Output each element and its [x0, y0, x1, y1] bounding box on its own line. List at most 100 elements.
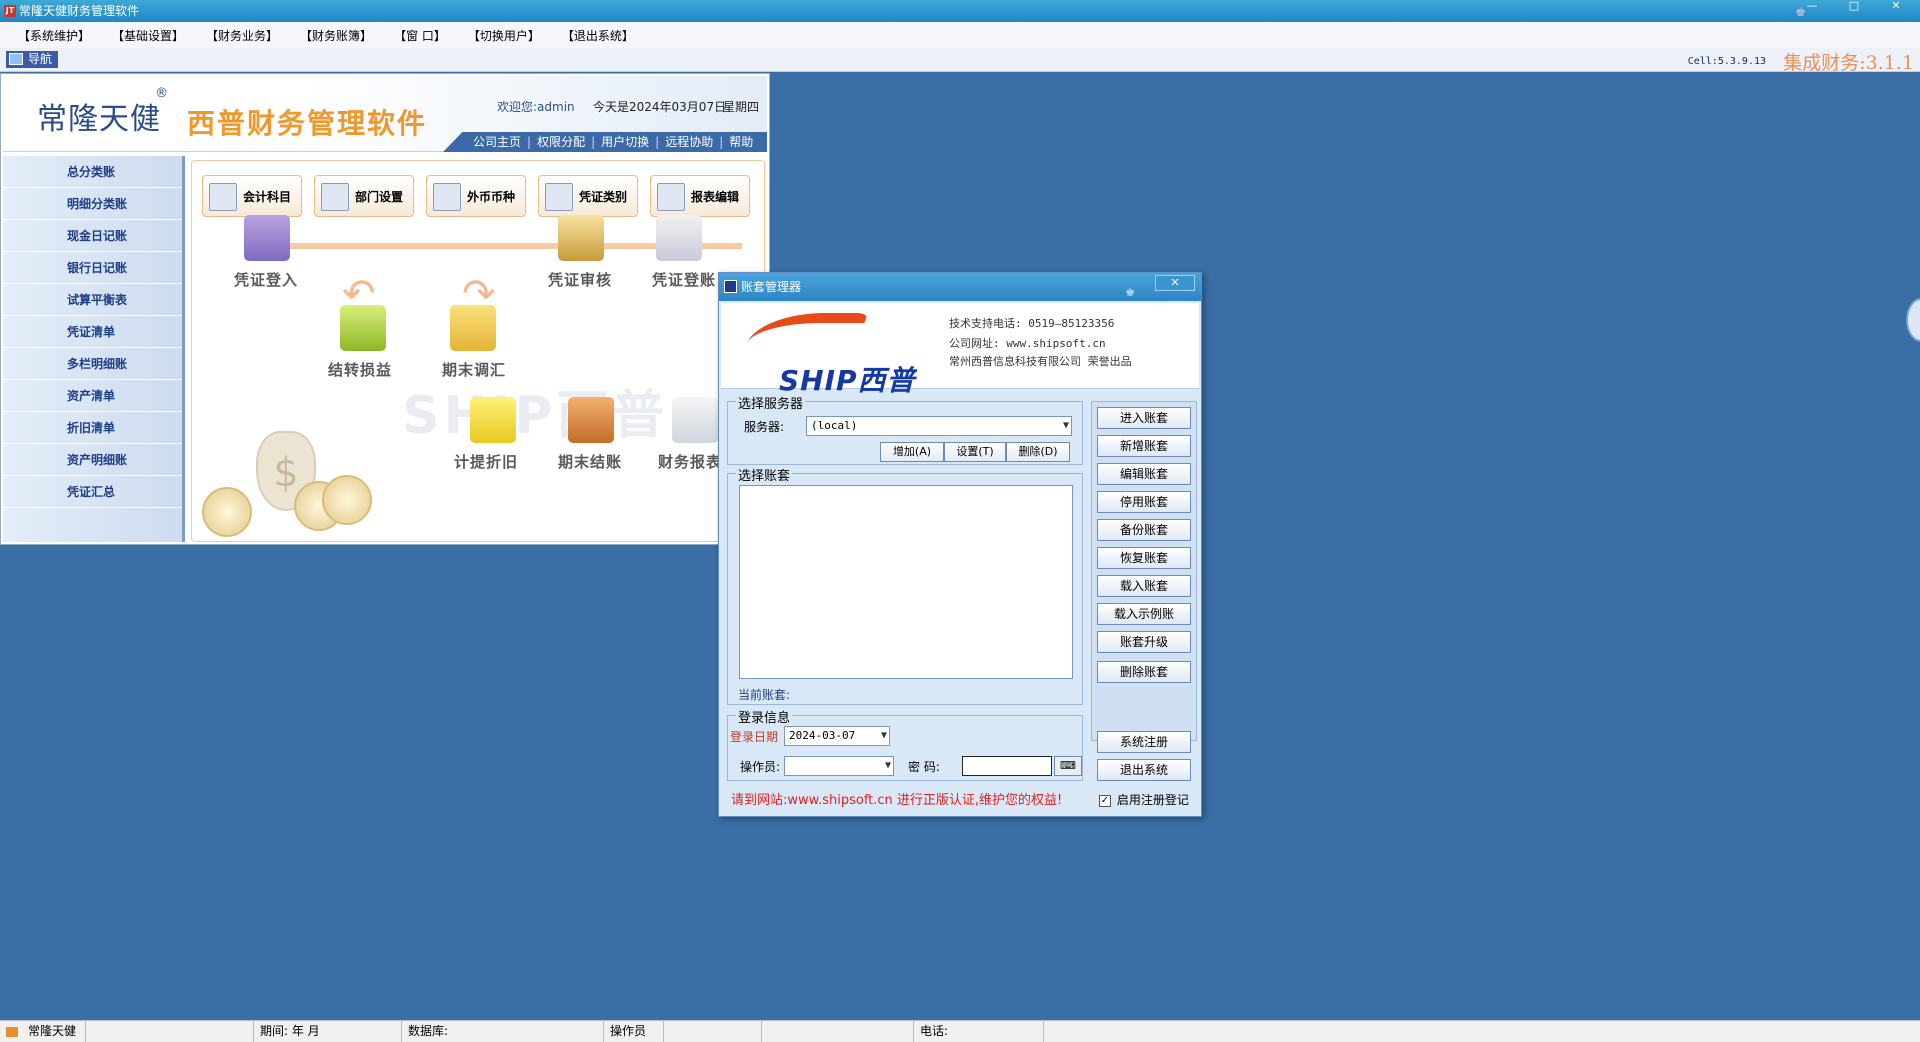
link-remote-assist[interactable]: 远程协助	[665, 132, 713, 152]
new-account-button[interactable]: 新增账套	[1097, 435, 1191, 457]
exit-system-button[interactable]: 退出系统	[1097, 759, 1191, 781]
menu-finance-business[interactable]: 【财务业务】	[206, 27, 278, 44]
close-button[interactable]: ✕	[1878, 0, 1914, 14]
sidebar-item-asset-ledger[interactable]: 资产明细账	[3, 444, 182, 476]
settings-server-button[interactable]: 设置(T)	[944, 442, 1006, 462]
add-server-button[interactable]: 增加(A)	[880, 442, 944, 462]
dialog-logo-panel: SHIP西普 技术支持电话: 0519—85123356 公司网址: www.s…	[721, 303, 1199, 397]
department-button[interactable]: 部门设置	[314, 175, 414, 217]
navigation-icon	[9, 53, 23, 65]
dialog-title: 账套管理器	[741, 280, 802, 294]
menu-switch-user[interactable]: 【切换用户】	[468, 27, 540, 44]
company-website: 公司网址: www.shipsoft.cn	[949, 337, 1106, 350]
profit-transfer-icon[interactable]	[340, 305, 386, 351]
sidebar-item-voucher-summary[interactable]: 凭证汇总	[3, 476, 182, 508]
maximize-button[interactable]: □	[1836, 0, 1872, 14]
sidebar-item-multi-column-ledger[interactable]: 多栏明细账	[3, 348, 182, 380]
report-edit-button[interactable]: 报表编辑	[650, 175, 750, 217]
sidebar-item-bank-journal[interactable]: 银行日记账	[3, 252, 182, 284]
voucher-entry-icon[interactable]	[244, 215, 290, 261]
link-help[interactable]: 帮助	[729, 132, 753, 152]
load-account-button[interactable]: 载入账套	[1097, 575, 1191, 597]
accounts-button[interactable]: 会计科目	[202, 175, 302, 217]
disable-account-button[interactable]: 停用账套	[1097, 491, 1191, 513]
voucher-type-button[interactable]: 凭证类别	[538, 175, 638, 217]
flow-financial-report[interactable]: 财务报表	[658, 451, 722, 472]
financial-report-icon[interactable]	[672, 397, 718, 443]
chevron-down-icon: ▼	[1062, 420, 1069, 431]
ship-logo-icon	[739, 313, 869, 363]
period-exchange-icon[interactable]	[450, 305, 496, 351]
register-checkbox[interactable]: ✓ 启用注册登记	[1099, 791, 1189, 808]
backup-account-button[interactable]: 备份账套	[1097, 519, 1191, 541]
keyboard-button[interactable]: ⌨	[1054, 756, 1082, 776]
flow-period-close[interactable]: 期末结账	[558, 451, 622, 472]
sidebar-item-cash-journal[interactable]: 现金日记账	[3, 220, 182, 252]
system-register-button[interactable]: 系统注册	[1097, 731, 1191, 753]
flow-voucher-posting[interactable]: 凭证登账	[652, 269, 716, 290]
restore-account-button[interactable]: 恢复账套	[1097, 547, 1191, 569]
sidebar-item-voucher-list[interactable]: 凭证清单	[3, 316, 182, 348]
flow-voucher-entry[interactable]: 凭证登入	[234, 269, 298, 290]
flow-depreciation[interactable]: 计提折旧	[454, 451, 518, 472]
voucher-posting-icon[interactable]	[656, 215, 702, 261]
account-list[interactable]	[739, 485, 1073, 679]
brand-name: 常隆天健	[37, 102, 161, 137]
operator-select[interactable]: ▼	[784, 756, 894, 776]
link-permissions[interactable]: 权限分配	[537, 132, 585, 152]
status-app-name: 常隆天健	[28, 1024, 77, 1038]
link-switch-user[interactable]: 用户切换	[601, 132, 649, 152]
delete-server-button[interactable]: 删除(D)	[1006, 442, 1070, 462]
server-group: 选择服务器 服务器: (local) ▼ 增加(A) 设置(T) 删除(D)	[727, 393, 1083, 465]
currency-button-label: 外币币种	[467, 190, 516, 204]
server-select[interactable]: (local) ▼	[806, 416, 1072, 436]
period-close-icon[interactable]	[568, 397, 614, 443]
workflow-panel: 会计科目 部门设置 外币币种 凭证类别 报表编辑 SHIP西普 ↶ ↷ $ 凭证…	[191, 160, 765, 542]
operator-label: 操作员:	[740, 760, 781, 774]
ledger-icon	[209, 183, 237, 211]
nav-button[interactable]: 导航	[6, 51, 58, 68]
password-field[interactable]	[962, 756, 1052, 776]
login-date-picker[interactable]: 2024-03-07 ▼	[784, 726, 890, 746]
sidebar-item-general-ledger[interactable]: 总分类账	[3, 156, 182, 188]
server-label: 服务器:	[744, 420, 785, 434]
report-edit-button-label: 报表编辑	[691, 190, 740, 204]
menu-bar: 【系统维护】 【基础设置】 【财务业务】 【财务账簿】 【窗 口】 【切换用户】…	[0, 22, 1920, 48]
delete-account-button[interactable]: 删除账套	[1097, 661, 1191, 683]
sidebar-item-detail-ledger[interactable]: 明细分类账	[3, 188, 182, 220]
link-company-home[interactable]: 公司主页	[473, 132, 521, 152]
company-name: 常州西普信息科技有限公司 荣誉出品	[949, 355, 1132, 368]
side-tab-handle[interactable]	[1906, 298, 1920, 342]
menu-system[interactable]: 【系统维护】	[18, 27, 90, 44]
menu-window[interactable]: 【窗 口】	[394, 27, 446, 44]
upgrade-account-button[interactable]: 账套升级	[1097, 631, 1191, 653]
depreciation-icon[interactable]	[470, 397, 516, 443]
register-checkbox-label: 启用注册登记	[1116, 793, 1189, 807]
today-text: 今天是2024年03月07日	[593, 100, 727, 114]
sidebar-item-trial-balance[interactable]: 试算平衡表	[3, 284, 182, 316]
flow-voucher-audit[interactable]: 凭证审核	[548, 269, 612, 290]
coin-icon	[202, 487, 252, 537]
login-date-value: 2024-03-07	[789, 729, 856, 742]
menu-basic-settings[interactable]: 【基础设置】	[112, 27, 184, 44]
sidebar-item-depreciation-list[interactable]: 折旧清单	[3, 412, 182, 444]
status-operator: 操作员	[604, 1021, 664, 1042]
load-sample-button[interactable]: 载入示例账	[1097, 603, 1191, 625]
voucher-audit-icon[interactable]	[558, 215, 604, 261]
dialog-close-button[interactable]: ✕	[1155, 275, 1195, 291]
status-phone: 电话: 051985123356	[914, 1021, 1044, 1042]
sidebar-item-asset-list[interactable]: 资产清单	[3, 380, 182, 412]
minimize-button[interactable]: —	[1794, 0, 1830, 14]
chevron-down-icon: ▼	[880, 730, 887, 741]
login-group: 登录信息 登录日期 2024-03-07 ▼ 操作员: ▼ 密 码: ⌨	[727, 707, 1083, 781]
menu-exit[interactable]: 【退出系统】	[562, 27, 634, 44]
flow-profit-transfer[interactable]: 结转损益	[328, 359, 392, 380]
flow-period-exchange[interactable]: 期末调汇	[442, 359, 506, 380]
edit-account-button[interactable]: 编辑账套	[1097, 463, 1191, 485]
people-icon	[321, 183, 349, 211]
enter-account-button[interactable]: 进入账套	[1097, 407, 1191, 429]
currency-button[interactable]: 外币币种	[426, 175, 526, 217]
menu-finance-books[interactable]: 【财务账簿】	[300, 27, 372, 44]
status-app: 常隆天健	[0, 1021, 86, 1042]
report-icon	[657, 183, 685, 211]
